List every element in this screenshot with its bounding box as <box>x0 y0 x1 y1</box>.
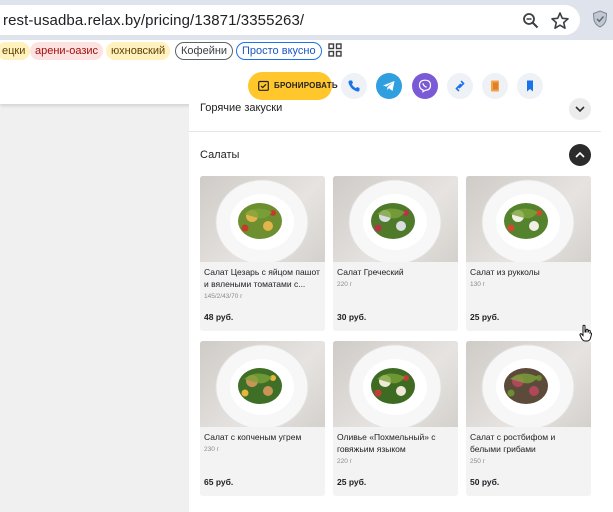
bookmark-item[interactable]: арени-оазис <box>30 42 104 60</box>
section-title: Салаты <box>200 149 240 161</box>
menu-button[interactable] <box>482 73 508 99</box>
dish-price: 65 руб. <box>204 477 234 487</box>
dish-price: 30 руб. <box>337 312 367 322</box>
browser-toolbar: rest-usadba.relax.by/pricing/13871/33552… <box>0 0 613 40</box>
dish-weight: 220 г <box>337 458 353 465</box>
dish-photo <box>466 176 591 262</box>
apps-grid-icon[interactable] <box>328 43 342 57</box>
section-header-salads[interactable]: Салаты <box>200 149 600 161</box>
dish-photo <box>466 341 591 427</box>
chevron-down-icon <box>575 106 585 113</box>
dish-card[interactable]: Салат с ростбифом и белыми грибами 250 г 5… <box>466 341 591 496</box>
bookmark-item[interactable]: ецки <box>0 42 31 60</box>
dish-price: 48 руб. <box>204 312 234 322</box>
dish-title: Салат Цезарь с яйцом пашот и вялеными то… <box>204 267 320 289</box>
phone-icon <box>348 80 360 92</box>
menu-book-icon <box>491 80 499 92</box>
viber-icon <box>418 79 432 93</box>
bookmark-icon <box>527 80 533 92</box>
dish-card[interactable]: Оливье «Похмельный» с говяжьим языком 220… <box>333 341 458 496</box>
dish-price: 25 руб. <box>337 477 367 487</box>
bookmark-item[interactable]: юхновский <box>106 42 171 60</box>
site-action-bar: БРОНИРОВАТЬ <box>0 64 613 104</box>
calendar-icon <box>258 80 269 91</box>
dish-weight: 250 г <box>470 458 486 465</box>
dish-photo <box>333 176 458 262</box>
dish-card[interactable]: Салат из рукколы 130 г 25 руб. <box>466 176 591 331</box>
viber-button[interactable] <box>412 73 438 99</box>
section-header-hot-snacks[interactable]: Горячие закуски <box>200 102 600 114</box>
bookmark-item[interactable]: Просто вкусно <box>236 42 322 60</box>
bookmarks-bar: ецки арени-оазис юхновский Кофейни Прост… <box>0 40 613 64</box>
dish-photo <box>200 341 325 427</box>
telegram-button[interactable] <box>376 73 402 99</box>
address-bar[interactable]: rest-usadba.relax.by/pricing/13871/33552… <box>0 5 580 35</box>
share-link-button[interactable] <box>447 73 473 99</box>
dish-card[interactable]: Салат с копченым угрем 230 г 65 руб. <box>200 341 325 496</box>
dish-card[interactable]: Салат Греческий 220 г 30 руб. <box>333 176 458 331</box>
dish-card[interactable]: Салат Цезарь с яйцом пашот и вялеными то… <box>200 176 325 331</box>
dish-title: Оливье «Похмельный» с говяжьим языком <box>337 432 436 454</box>
save-button[interactable] <box>517 73 543 99</box>
book-button[interactable]: БРОНИРОВАТЬ <box>248 72 338 100</box>
dish-weight: 130 г <box>470 281 486 288</box>
hand-cursor-icon <box>579 324 593 342</box>
dish-title: Салат с ростбифом и белыми грибами <box>470 432 556 454</box>
star-icon[interactable] <box>550 11 570 31</box>
expand-hot-snacks-button[interactable] <box>569 98 591 120</box>
dish-weight: 145/2/43/70 г <box>204 293 243 300</box>
dish-weight: 230 г <box>204 446 220 453</box>
dish-price: 50 руб. <box>470 477 500 487</box>
collapse-salads-button[interactable] <box>569 144 591 166</box>
dish-title: Салат с копченым угрем <box>204 432 302 442</box>
divider <box>189 131 601 132</box>
link-icon <box>455 80 465 92</box>
book-button-label: БРОНИРОВАТЬ <box>274 81 338 90</box>
dish-title: Салат Греческий <box>337 267 404 277</box>
url-text[interactable]: rest-usadba.relax.by/pricing/13871/33552… <box>3 12 304 29</box>
dish-photo <box>200 176 325 262</box>
dish-price: 25 руб. <box>470 312 500 322</box>
zoom-icon[interactable] <box>522 12 540 30</box>
chevron-up-icon <box>575 151 585 158</box>
telegram-icon <box>383 81 395 91</box>
shield-icon[interactable] <box>592 10 608 28</box>
bookmark-item[interactable]: Кофейни <box>175 42 234 60</box>
dish-weight: 220 г <box>337 281 353 288</box>
section-title: Горячие закуски <box>200 102 283 114</box>
phone-button[interactable] <box>341 73 367 99</box>
dish-title: Салат из рукколы <box>470 267 540 277</box>
dish-photo <box>333 341 458 427</box>
